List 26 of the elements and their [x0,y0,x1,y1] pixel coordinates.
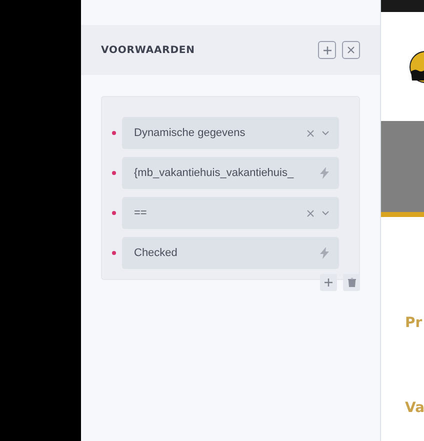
lightning-icon[interactable] [320,247,329,259]
required-dot [112,211,116,215]
input-field[interactable]: Checked [122,237,339,269]
lightning-icon[interactable] [320,167,329,179]
required-dot [112,251,116,255]
add-button[interactable] [320,274,337,291]
caret-icon [322,130,329,136]
clear-icon[interactable] [307,210,314,216]
required-dot [112,131,116,135]
close-icon [347,46,355,54]
select-field[interactable]: Dynamische gegevens [122,117,339,149]
heading-text: Pr [404,315,424,331]
clear-icon[interactable] [307,130,314,136]
input-field[interactable]: {mb_vakantiehuis_vakantiehuis_ [122,157,339,189]
caret-icon [322,210,329,216]
panel-title: VOORWAARDEN [101,44,196,56]
select-field[interactable]: == [122,197,339,229]
delete-button[interactable] [343,274,360,291]
top-bar [381,0,424,12]
add-button[interactable] [318,41,336,59]
plus-icon [322,46,332,54]
trash-icon [348,278,356,287]
plus-icon [324,278,333,287]
close-button[interactable] [342,41,360,59]
required-dot [112,171,116,175]
heading-text: Va [404,400,424,416]
